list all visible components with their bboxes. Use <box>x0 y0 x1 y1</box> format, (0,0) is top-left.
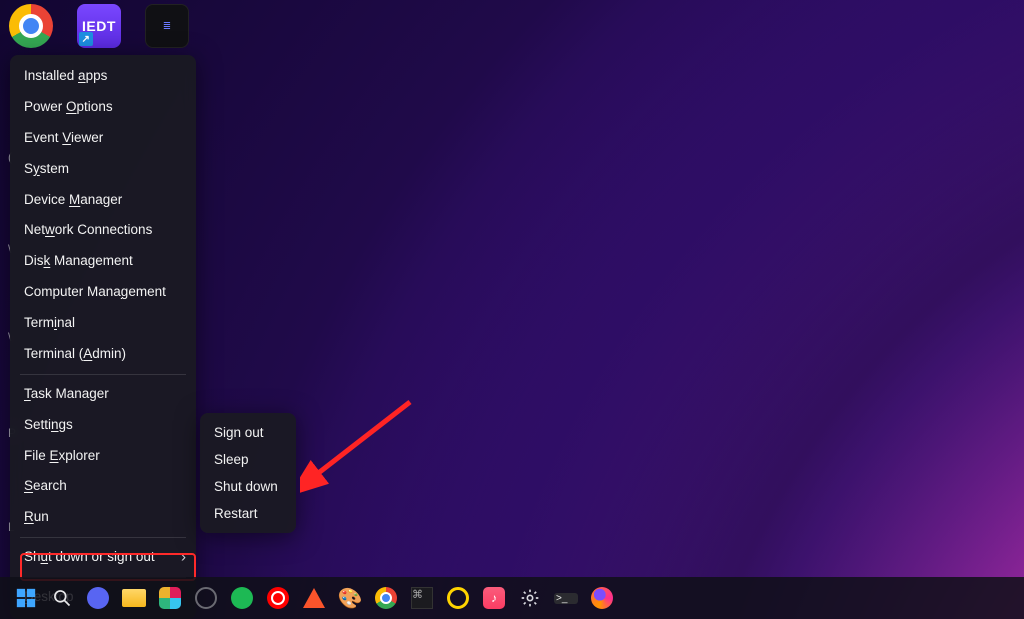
spotify-icon <box>231 587 253 609</box>
paint-icon: 🎨 <box>338 586 363 611</box>
search-icon <box>52 588 72 608</box>
taskbar-obs[interactable] <box>192 584 220 612</box>
iedt-desktop-icon[interactable]: IEDT ↗ <box>77 4 121 48</box>
youtube-music-icon <box>267 587 289 609</box>
menu-device-manager[interactable]: Device Manager <box>10 185 196 216</box>
menu-search[interactable]: Search <box>10 471 196 502</box>
menu-power-options[interactable]: Power Options <box>10 92 196 123</box>
menu-terminal-admin[interactable]: Terminal (Admin) <box>10 339 196 370</box>
taskbar-yellow-ring[interactable] <box>444 584 472 612</box>
dark-app-glyph: ≣ <box>163 21 171 32</box>
taskbar-youtube-music[interactable] <box>264 584 292 612</box>
firefox-icon <box>591 587 613 609</box>
taskbar-file-explorer[interactable] <box>120 584 148 612</box>
menu-separator <box>20 537 186 538</box>
taskbar-discord[interactable] <box>84 584 112 612</box>
menu-task-manager[interactable]: Task Manager <box>10 379 196 410</box>
taskbar-apple-music[interactable]: ♪ <box>480 584 508 612</box>
shortcut-arrow-icon: ↗ <box>79 32 93 46</box>
submenu-sleep[interactable]: Sleep <box>200 446 296 473</box>
taskbar-kitty[interactable]: ⌘ <box>408 584 436 612</box>
taskbar-spotify[interactable] <box>228 584 256 612</box>
taskbar: 🎨 ⌘ ♪ >_ <box>0 577 1024 619</box>
taskbar-settings[interactable] <box>516 584 544 612</box>
menu-network-connections[interactable]: Network Connections <box>10 215 196 246</box>
menu-computer-management[interactable]: Computer Management <box>10 277 196 308</box>
submenu-restart[interactable]: Restart <box>200 500 296 527</box>
submenu-sign-out[interactable]: Sign out <box>200 419 296 446</box>
submenu-shut-down[interactable]: Shut down <box>200 473 296 500</box>
taskbar-search[interactable] <box>48 584 76 612</box>
menu-terminal[interactable]: Terminal <box>10 308 196 339</box>
taskbar-brave[interactable] <box>300 584 328 612</box>
taskbar-firefox[interactable] <box>588 584 616 612</box>
menu-settings[interactable]: Settings <box>10 410 196 441</box>
menu-system[interactable]: System <box>10 154 196 185</box>
menu-installed-apps[interactable]: Installed apps <box>10 61 196 92</box>
winx-context-menu[interactable]: Installed apps Power Options Event Viewe… <box>10 55 196 619</box>
menu-separator <box>20 374 186 375</box>
desktop-icons-row: IEDT ↗ ≣ <box>9 4 189 48</box>
terminal-icon: >_ <box>554 593 578 604</box>
taskbar-paint[interactable]: 🎨 <box>336 584 364 612</box>
menu-disk-management[interactable]: Disk Management <box>10 246 196 277</box>
gear-icon <box>520 588 540 608</box>
slack-icon <box>159 587 181 609</box>
menu-shutdown-signout[interactable]: Shut down or sign out <box>10 542 196 573</box>
start-icon <box>15 587 37 609</box>
discord-icon <box>87 587 109 609</box>
menu-event-viewer[interactable]: Event Viewer <box>10 123 196 154</box>
taskbar-chrome[interactable] <box>372 584 400 612</box>
dark-app-desktop-icon[interactable]: ≣ <box>145 4 189 48</box>
ring-icon <box>447 587 469 609</box>
shutdown-submenu[interactable]: Sign out Sleep Shut down Restart <box>200 413 296 533</box>
brave-icon <box>303 588 325 608</box>
taskbar-slack[interactable] <box>156 584 184 612</box>
obs-icon <box>195 587 217 609</box>
chrome-desktop-icon[interactable] <box>9 4 53 48</box>
start-button[interactable] <box>12 584 40 612</box>
folder-icon <box>122 589 146 607</box>
chrome-icon <box>375 587 397 609</box>
menu-file-explorer[interactable]: File Explorer <box>10 441 196 472</box>
menu-run[interactable]: Run <box>10 502 196 533</box>
apple-music-icon: ♪ <box>483 587 505 609</box>
taskbar-terminal[interactable]: >_ <box>552 584 580 612</box>
kitty-icon: ⌘ <box>411 587 433 609</box>
